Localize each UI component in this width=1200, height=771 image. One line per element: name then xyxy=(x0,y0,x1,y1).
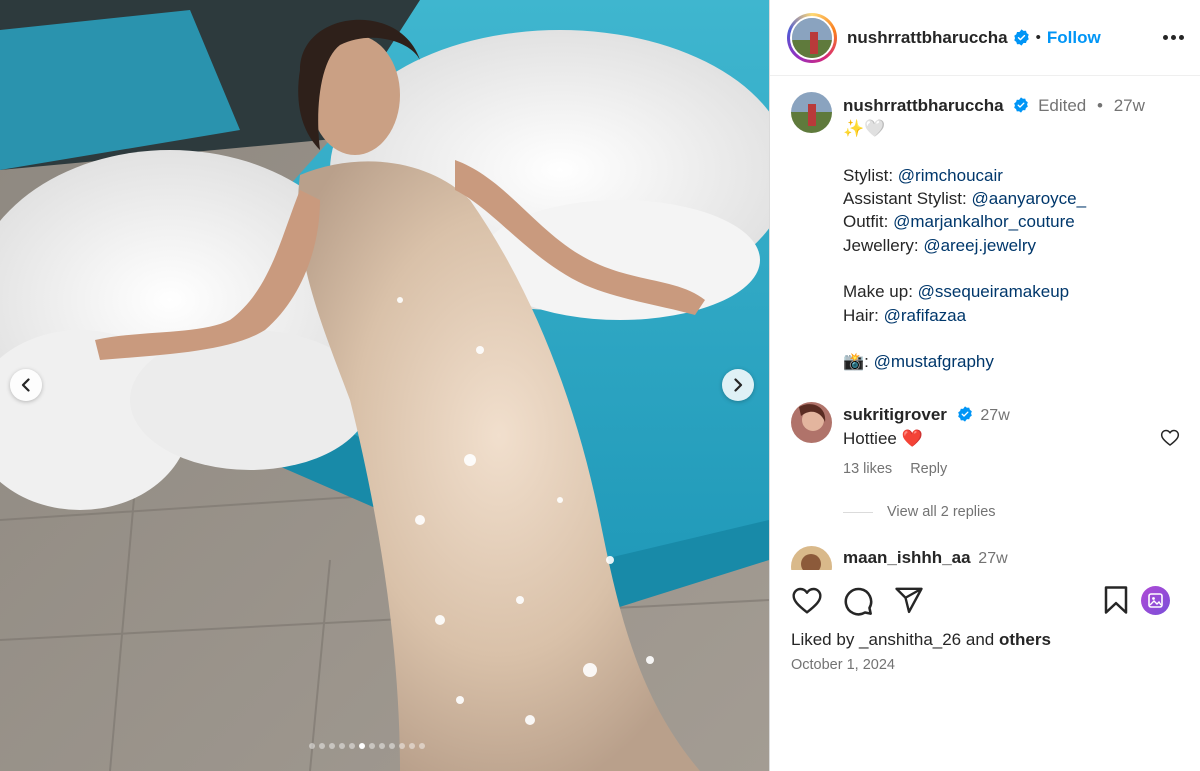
sticker-icon xyxy=(1148,593,1163,608)
reply-button[interactable]: Reply xyxy=(910,461,947,477)
post-header: nushrrattbharuccha • Follow xyxy=(770,0,1200,76)
carousel-dot xyxy=(349,743,355,749)
mention-link[interactable]: @rafifazaa xyxy=(884,306,966,325)
comment-meta: 13 likes Reply xyxy=(843,461,947,477)
verified-icon xyxy=(1014,97,1029,113)
comment-username[interactable]: maan_ishhh_aa xyxy=(843,548,971,567)
liked-by-prefix: Liked by xyxy=(791,630,860,649)
comment-text: Hottiee ❤️ xyxy=(843,429,923,448)
share-icon[interactable] xyxy=(894,585,924,615)
comment: maan_ishhh_aa 27w xyxy=(843,546,1008,570)
carousel-dot xyxy=(359,743,365,749)
carousel-dot xyxy=(409,743,415,749)
heart-icon[interactable] xyxy=(791,585,823,617)
caption-line-label: 📸: xyxy=(843,352,874,372)
more-icon xyxy=(1163,35,1168,40)
mention-link[interactable]: @marjankalhor_couture xyxy=(893,212,1075,231)
bookmark-icon[interactable] xyxy=(1102,585,1130,615)
carousel-dot xyxy=(319,743,325,749)
carousel-dot xyxy=(329,743,335,749)
caption-line-label: Make up: xyxy=(843,282,918,302)
comments-section[interactable]: nushrrattbharuccha Edited • 27w ✨🤍 Styli… xyxy=(770,77,1200,570)
mention-link[interactable]: @rimchoucair xyxy=(898,166,1003,185)
post-photo xyxy=(0,0,769,771)
caption-line-label: Stylist: xyxy=(843,165,898,185)
liked-by-user[interactable]: _anshitha_26 xyxy=(859,630,961,649)
caption-dot: • xyxy=(1097,96,1103,115)
liked-by: Liked by _anshitha_26 and others xyxy=(791,630,1051,650)
comment-likes[interactable]: 13 likes xyxy=(843,461,892,477)
author-username[interactable]: nushrrattbharuccha xyxy=(847,28,1008,48)
liked-by-others[interactable]: others xyxy=(999,630,1051,649)
caption-line-label: Jewellery: xyxy=(843,235,924,255)
post-actions xyxy=(770,578,1200,628)
comment-age[interactable]: 27w xyxy=(978,550,1007,567)
comment: sukritigrover 27w Hottiee ❤️ xyxy=(843,403,1010,450)
carousel-dot xyxy=(389,743,395,749)
author-avatar[interactable] xyxy=(787,12,837,63)
comment-avatar[interactable] xyxy=(791,402,832,443)
post-date[interactable]: October 1, 2024 xyxy=(791,657,895,673)
view-replies-label: View all 2 replies xyxy=(887,504,996,520)
carousel-dot xyxy=(369,743,375,749)
liked-by-and: and xyxy=(961,630,999,649)
mention-link[interactable]: @ssequeiramakeup xyxy=(918,282,1069,301)
sticker-button[interactable] xyxy=(1141,586,1170,615)
post-side-panel: nushrrattbharuccha • Follow nushrrattbha… xyxy=(769,0,1200,771)
caption-line-label: Outfit: xyxy=(843,212,894,232)
verified-icon xyxy=(957,406,972,422)
caption-avatar[interactable] xyxy=(791,92,832,133)
comment-age[interactable]: 27w xyxy=(980,407,1009,424)
carousel-indicator xyxy=(309,743,425,749)
comment-icon[interactable] xyxy=(842,585,874,617)
comment-avatar[interactable] xyxy=(791,546,832,570)
header-separator: • xyxy=(1035,29,1041,46)
caption: nushrrattbharuccha Edited • 27w ✨🤍 Styli… xyxy=(843,94,1183,374)
caption-age[interactable]: 27w xyxy=(1114,96,1145,115)
follow-button[interactable]: Follow xyxy=(1047,28,1101,48)
caption-line-label: Assistant Stylist: xyxy=(843,189,972,209)
carousel-prev-button[interactable] xyxy=(10,369,42,401)
more-options-button[interactable] xyxy=(1163,35,1184,40)
mention-link[interactable]: @areej.jewelry xyxy=(923,236,1036,255)
comment-like-icon[interactable] xyxy=(1160,428,1180,448)
caption-username[interactable]: nushrrattbharuccha xyxy=(843,96,1004,115)
post-media[interactable] xyxy=(0,0,769,771)
mention-link[interactable]: @aanyaroyce_ xyxy=(971,189,1086,208)
edited-label: Edited xyxy=(1038,96,1087,115)
carousel-dot xyxy=(419,743,425,749)
carousel-dot xyxy=(399,743,405,749)
verified-icon xyxy=(1013,29,1029,46)
carousel-dot xyxy=(309,743,315,749)
mention-link[interactable]: @mustafgraphy xyxy=(874,352,994,371)
comment-username[interactable]: sukritigrover xyxy=(843,405,947,424)
chevron-right-icon xyxy=(734,378,743,392)
chevron-left-icon xyxy=(21,378,30,392)
caption-line-label: Hair: xyxy=(843,305,884,325)
caption-emoji: ✨🤍 xyxy=(843,119,886,139)
carousel-next-button[interactable] xyxy=(722,369,754,401)
carousel-dot xyxy=(379,743,385,749)
view-replies-button[interactable]: View all 2 replies xyxy=(843,504,996,520)
carousel-dot xyxy=(339,743,345,749)
